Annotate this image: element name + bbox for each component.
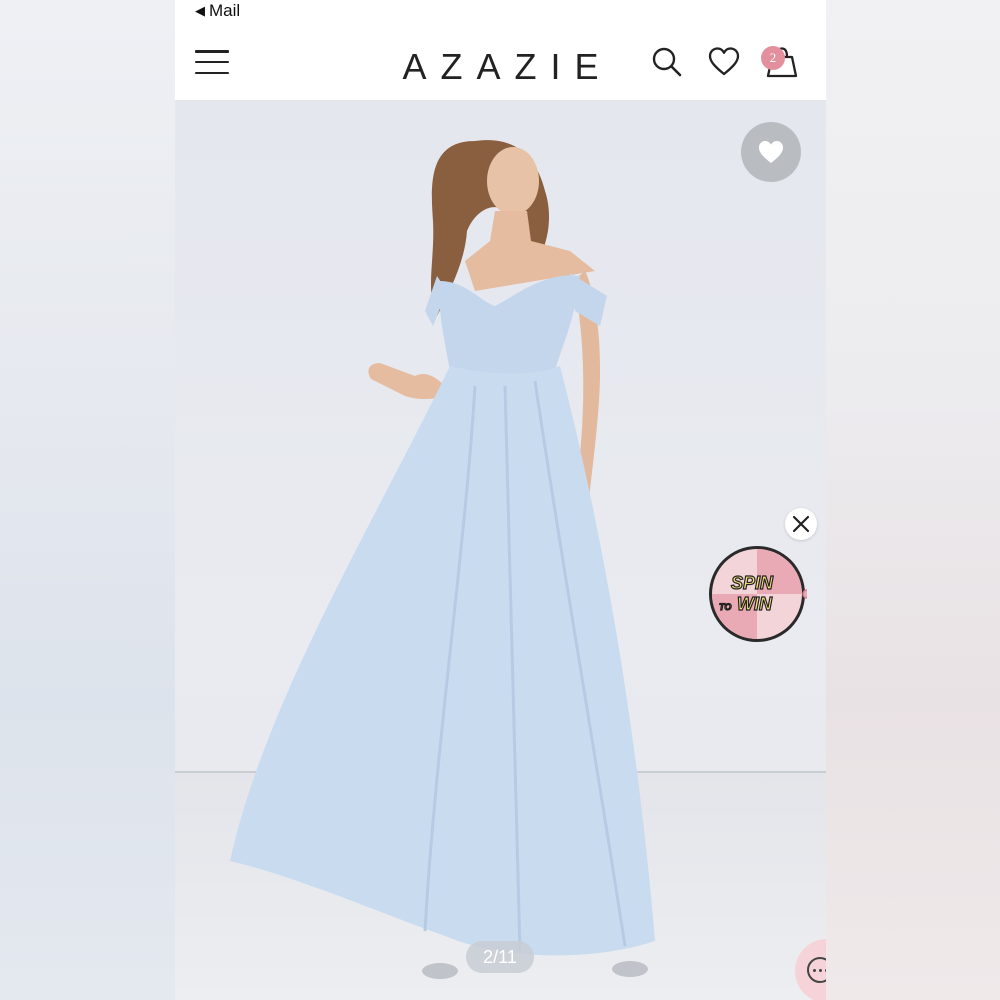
- spin-label: SPIN: [731, 573, 774, 593]
- back-to-mail-link[interactable]: ◀ Mail: [195, 1, 240, 21]
- back-label: Mail: [209, 1, 241, 20]
- phone-screen: ◀ Mail AZAZIE 2 SPIN TO WIN 2/11: [175, 0, 826, 1000]
- status-bar: ◀ Mail: [175, 0, 826, 24]
- back-arrow-icon: ◀: [195, 3, 205, 18]
- favorite-heart-icon: [759, 141, 783, 163]
- background-right: [825, 0, 1000, 1000]
- heart-icon[interactable]: [708, 46, 740, 78]
- spin-to-win-widget[interactable]: SPIN TO WIN: [707, 544, 812, 644]
- gallery-counter: 2/11: [466, 941, 534, 973]
- background-left: [0, 0, 175, 1000]
- spin-win-label: WIN: [737, 594, 773, 614]
- close-promo-button[interactable]: [785, 508, 817, 540]
- spin-to-label: TO: [719, 602, 731, 612]
- product-image[interactable]: SPIN TO WIN 2/11: [175, 101, 826, 1000]
- search-icon[interactable]: [651, 46, 683, 78]
- chat-icon: [807, 957, 826, 983]
- site-header: AZAZIE 2: [175, 24, 826, 101]
- close-icon: [792, 515, 810, 533]
- spin-wheel-icon: SPIN TO WIN: [709, 546, 812, 642]
- favorite-button[interactable]: [741, 122, 801, 182]
- cart-count-badge: 2: [761, 46, 785, 70]
